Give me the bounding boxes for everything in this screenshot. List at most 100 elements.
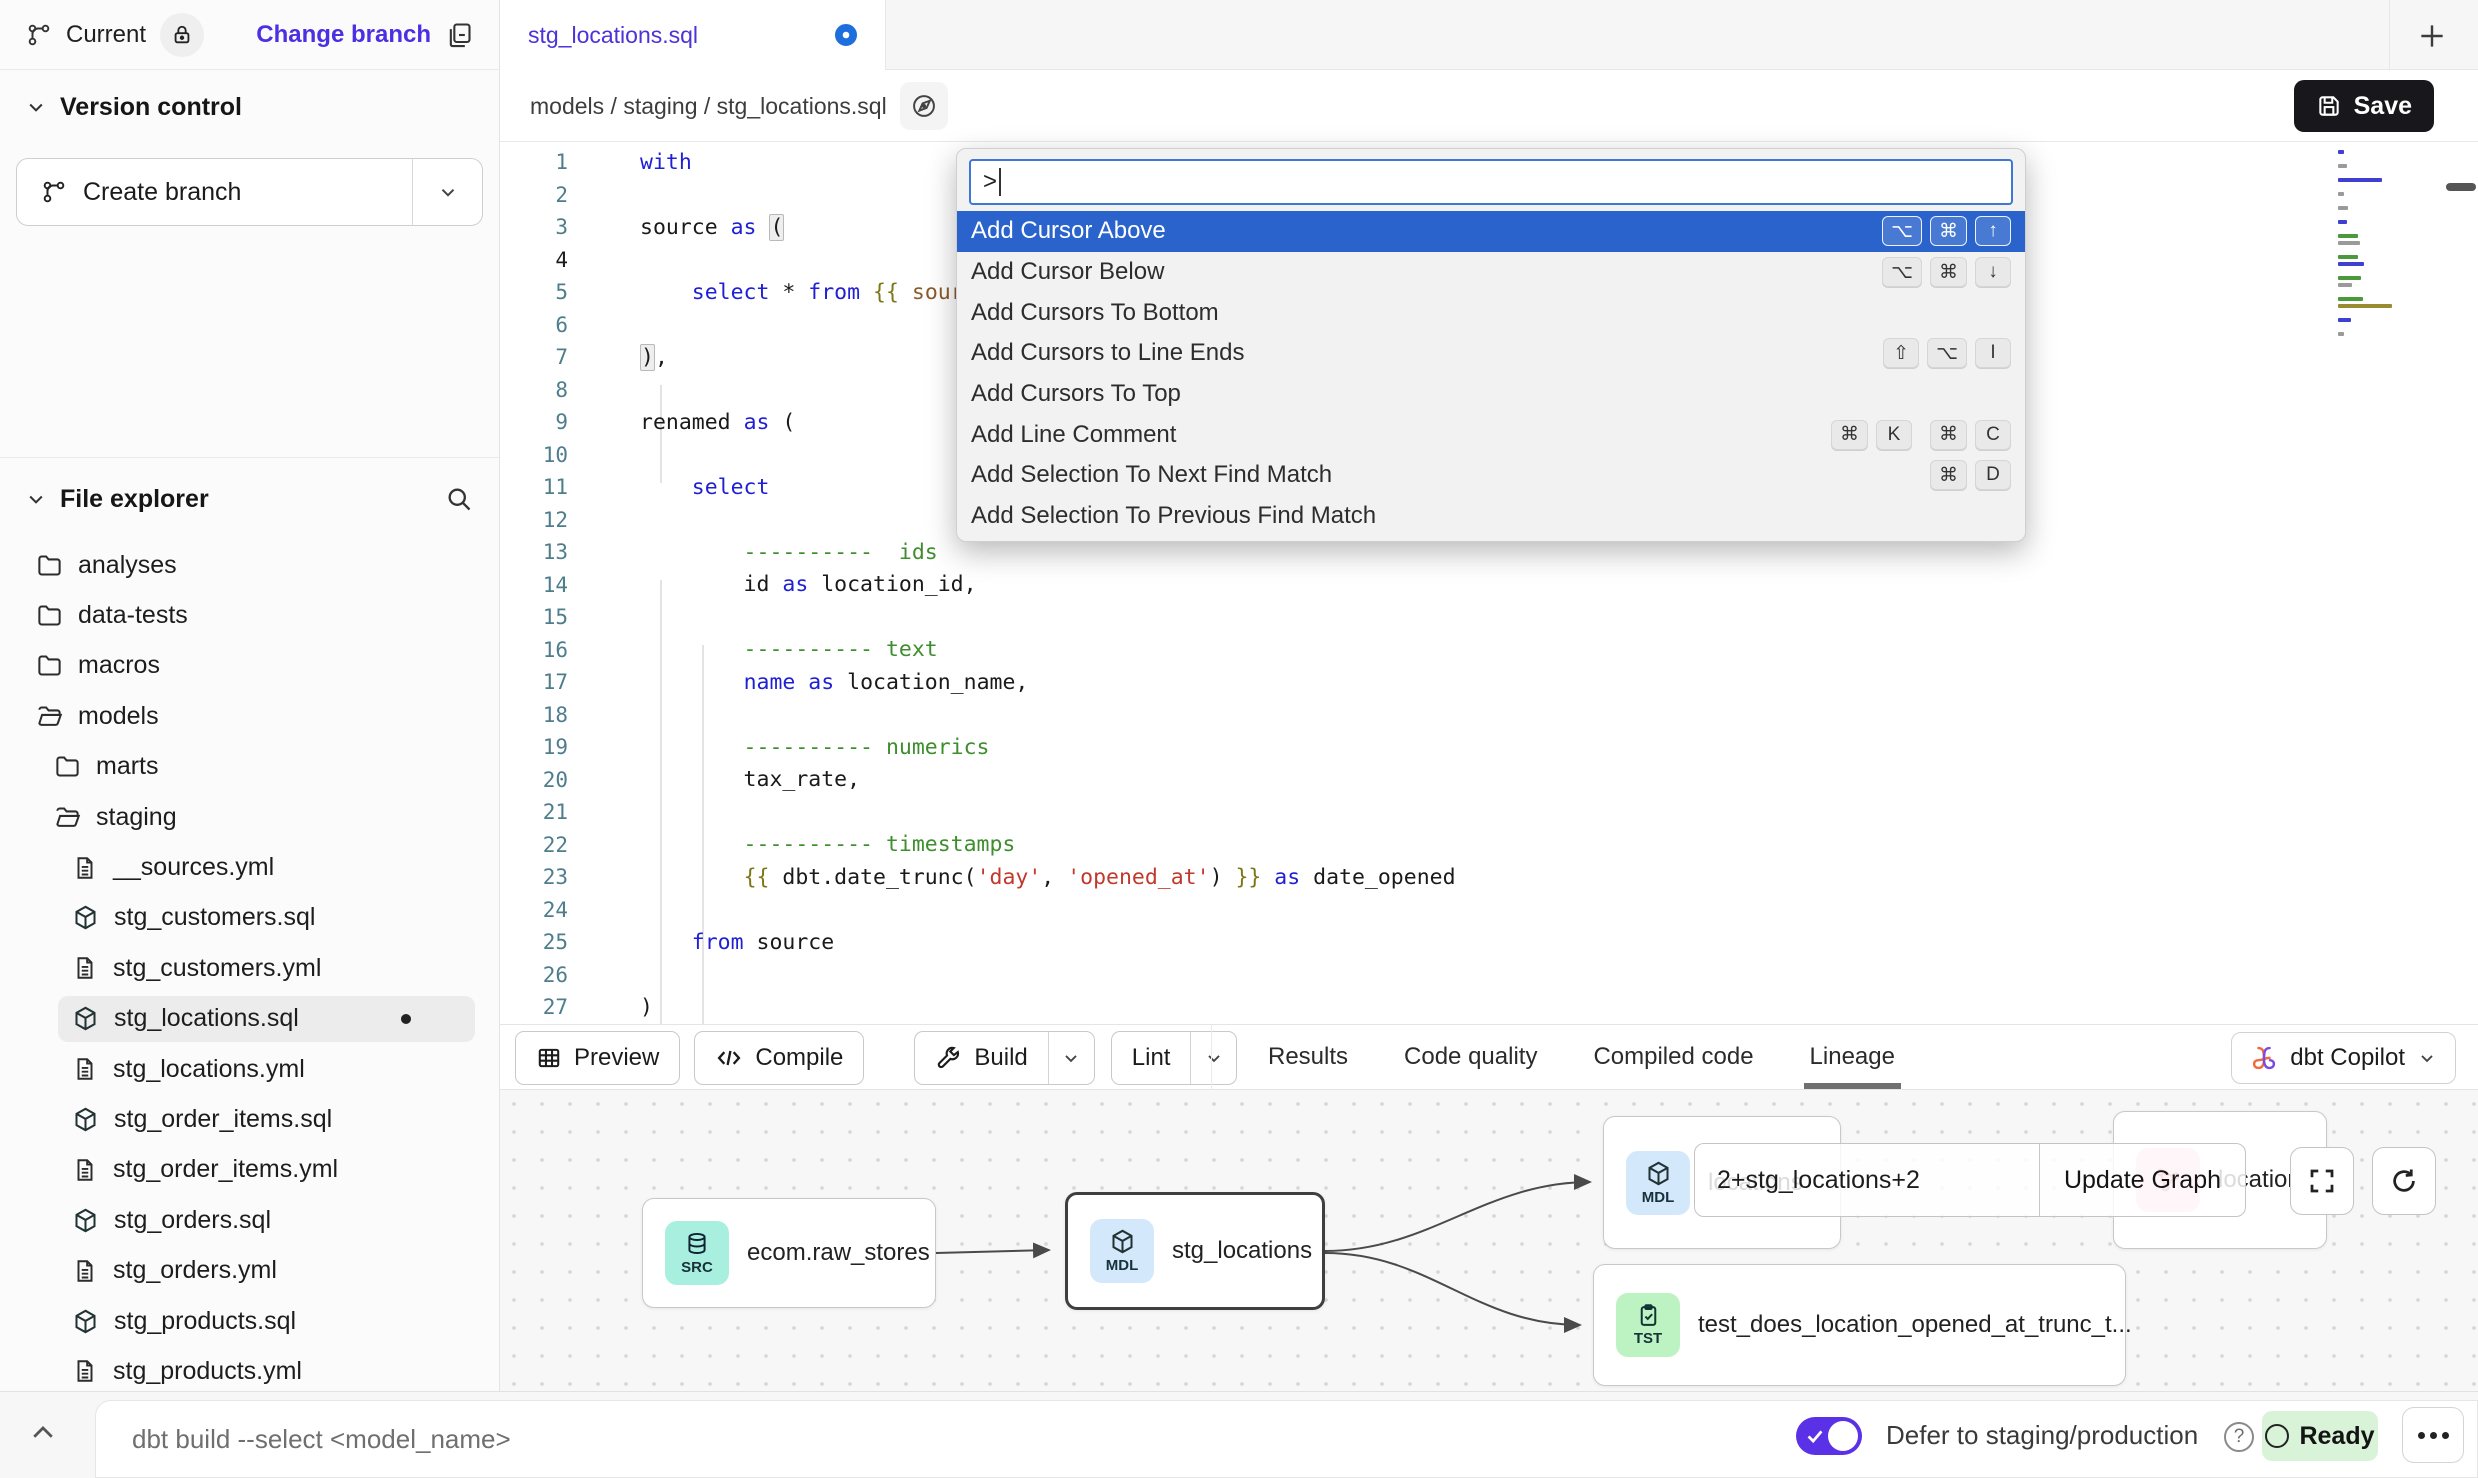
keycap: ⌘	[1930, 460, 1967, 490]
lock-icon	[171, 24, 193, 46]
palette-item-add-cursors-to-line-ends[interactable]: Add Cursors to Line Ends⇧⌥I	[957, 333, 2025, 374]
file-row-models[interactable]: models	[0, 691, 499, 741]
cube-icon	[72, 1207, 99, 1234]
command-palette-input[interactable]: >	[969, 159, 2013, 205]
tab-compiled-code[interactable]: Compiled code	[1593, 1025, 1753, 1089]
palette-item-add-cursors-to-top[interactable]: Add Cursors To Top	[957, 374, 2025, 415]
file-row-stg-orders-sql[interactable]: stg_orders.sql	[0, 1195, 499, 1245]
build-button[interactable]: Build	[914, 1031, 1094, 1085]
lineage-canvas[interactable]: SRCecom.raw_storesMDLstg_locationsMDLloc…	[500, 1090, 2478, 1391]
preview-button[interactable]: Preview	[515, 1031, 680, 1085]
keycap: D	[1975, 460, 2011, 490]
lint-button[interactable]: Lint	[1111, 1031, 1238, 1085]
ready-status-badge[interactable]: Ready	[2262, 1411, 2378, 1461]
copy-docs-icon[interactable]	[445, 21, 473, 49]
branch-strip: Current Change branch	[0, 0, 499, 70]
line-number: 3	[500, 215, 604, 239]
tab-results[interactable]: Results	[1268, 1025, 1348, 1089]
palette-item-add-selection-to-next-find-match[interactable]: Add Selection To Next Find Match⌘D	[957, 455, 2025, 496]
create-branch-button[interactable]: Create branch	[16, 158, 483, 226]
line-number: 21	[500, 800, 604, 824]
file-row-staging[interactable]: staging	[0, 792, 499, 842]
fullscreen-button[interactable]	[2290, 1147, 2354, 1215]
file-row-macros[interactable]: macros	[0, 641, 499, 691]
keycap: ⌘	[1831, 420, 1868, 450]
file-name: stg_products.sql	[114, 1307, 296, 1336]
build-dropdown[interactable]	[1048, 1032, 1094, 1084]
dbt-copilot-button[interactable]: dbt Copilot	[2231, 1032, 2456, 1084]
file-row-stg-customers-sql[interactable]: stg_customers.sql	[0, 893, 499, 943]
minimap[interactable]	[2338, 150, 2398, 339]
node-badge: MDL	[1090, 1219, 1154, 1283]
shortcut-keys: ⌘D	[1930, 460, 2011, 490]
file-row-stg-order-items-sql[interactable]: stg_order_items.sql	[0, 1094, 499, 1144]
minimap-line	[2338, 150, 2344, 154]
doc-icon	[72, 1157, 98, 1183]
new-tab-button[interactable]	[2412, 16, 2452, 56]
file-explorer-header[interactable]: File explorer	[26, 476, 473, 522]
file-row-data-tests[interactable]: data-tests	[0, 590, 499, 640]
doc-icon	[72, 955, 98, 981]
palette-item-label: Add Selection To Next Find Match	[971, 461, 1332, 489]
folder-icon	[36, 652, 63, 679]
file-row-analyses[interactable]: analyses	[0, 540, 499, 590]
help-icon[interactable]: ?	[2224, 1422, 2254, 1452]
file-row-stg-order-items-yml[interactable]: stg_order_items.yml	[0, 1145, 499, 1195]
search-icon[interactable]	[445, 485, 473, 513]
tab-stg-locations[interactable]: stg_locations.sql	[500, 0, 886, 70]
file-row-stg-locations-sql[interactable]: stg_locations.sql	[0, 994, 499, 1044]
more-options-button[interactable]	[2402, 1407, 2464, 1463]
file-row-stg-customers-yml[interactable]: stg_customers.yml	[0, 943, 499, 993]
save-button[interactable]: Save	[2294, 80, 2434, 132]
file-name: stg_orders.sql	[114, 1206, 271, 1235]
tab-code-quality[interactable]: Code quality	[1404, 1025, 1537, 1089]
code-text: )	[640, 995, 653, 1020]
ready-label: Ready	[2299, 1422, 2374, 1451]
lint-dropdown[interactable]	[1190, 1032, 1236, 1084]
palette-item-add-cursors-to-modified-lines[interactable]: Add Cursors To Modified Lines	[957, 537, 2025, 543]
create-branch-dropdown[interactable]	[412, 159, 482, 225]
file-name: analyses	[78, 551, 177, 580]
keycap: ⌥	[1882, 216, 1922, 246]
lineage-node-stg[interactable]: MDLstg_locations	[1065, 1192, 1325, 1310]
chevron-up-icon[interactable]	[28, 1418, 58, 1453]
minimap-line	[2338, 234, 2358, 238]
keycap: I	[1975, 338, 2011, 368]
file-row--sources-yml[interactable]: __sources.yml	[0, 842, 499, 892]
code-line-22: 22 ---------- timestamps	[500, 829, 2478, 862]
palette-item-add-cursor-above[interactable]: Add Cursor Above⌥⌘↑	[957, 211, 2025, 252]
file-row-stg-products-yml[interactable]: stg_products.yml	[0, 1346, 499, 1396]
palette-item-add-cursor-below[interactable]: Add Cursor Below⌥⌘↓	[957, 252, 2025, 293]
file-name: staging	[96, 803, 177, 832]
file-row-marts[interactable]: marts	[0, 742, 499, 792]
version-control-header[interactable]: Version control	[26, 84, 473, 130]
file-name: stg_orders.yml	[113, 1256, 277, 1285]
lineage-node-tst[interactable]: TSTtest_does_location_opened_at_trunc_t.…	[1593, 1264, 2126, 1386]
refresh-button[interactable]	[2372, 1147, 2436, 1215]
node-badge: MDL	[1626, 1151, 1690, 1215]
palette-item-add-selection-to-previous-find-match[interactable]: Add Selection To Previous Find Match	[957, 496, 2025, 537]
palette-item-label: Add Line Comment	[971, 421, 1176, 449]
update-graph-button[interactable]: Update Graph	[2039, 1144, 2245, 1216]
lineage-node-src[interactable]: SRCecom.raw_stores	[642, 1198, 936, 1308]
line-number: 4	[500, 248, 604, 272]
minimap-line	[2338, 262, 2364, 266]
scrollbar-thumb[interactable]	[2446, 183, 2476, 191]
palette-item-add-cursors-to-bottom[interactable]: Add Cursors To Bottom	[957, 292, 2025, 333]
file-row-stg-orders-yml[interactable]: stg_orders.yml	[0, 1245, 499, 1295]
keycap: ↑	[1975, 216, 2011, 246]
line-number: 16	[500, 638, 604, 662]
defer-toggle[interactable]	[1796, 1417, 1862, 1455]
compile-button[interactable]: Compile	[694, 1031, 864, 1085]
code-line-14: 14 id as location_id,	[500, 569, 2478, 602]
file-row-stg-products-sql[interactable]: stg_products.sql	[0, 1296, 499, 1346]
graph-selector-input[interactable]: 2+stg_locations+2	[1695, 1144, 2039, 1216]
minimap-line	[2338, 276, 2361, 280]
palette-item-add-line-comment[interactable]: Add Line Comment⌘K⌘C	[957, 414, 2025, 455]
code-text: name as location_name,	[640, 670, 1028, 695]
code-text: ---------- ids	[640, 540, 938, 565]
tab-lineage[interactable]: Lineage	[1810, 1025, 1895, 1089]
file-row-stg-locations-yml[interactable]: stg_locations.yml	[0, 1044, 499, 1094]
compass-docs-button[interactable]	[900, 82, 948, 130]
change-branch-link[interactable]: Change branch	[256, 21, 431, 49]
